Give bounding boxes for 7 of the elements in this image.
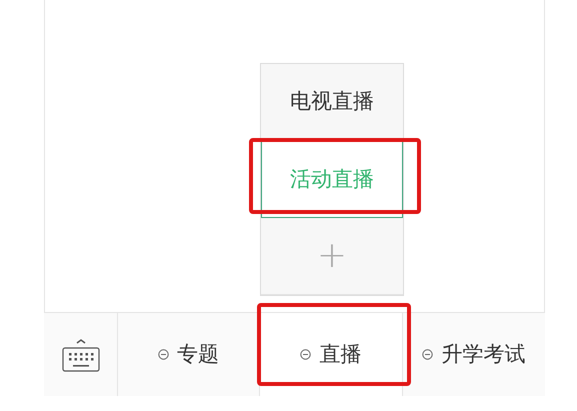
- remove-icon[interactable]: [422, 349, 434, 360]
- keyboard-icon[interactable]: [60, 336, 100, 372]
- submenu-item[interactable]: 电视直播: [261, 64, 403, 141]
- remove-icon[interactable]: [300, 349, 312, 360]
- menu-tab[interactable]: 直播: [260, 313, 403, 396]
- menu-tab[interactable]: 升学考试: [402, 313, 545, 396]
- remove-icon[interactable]: [158, 349, 170, 360]
